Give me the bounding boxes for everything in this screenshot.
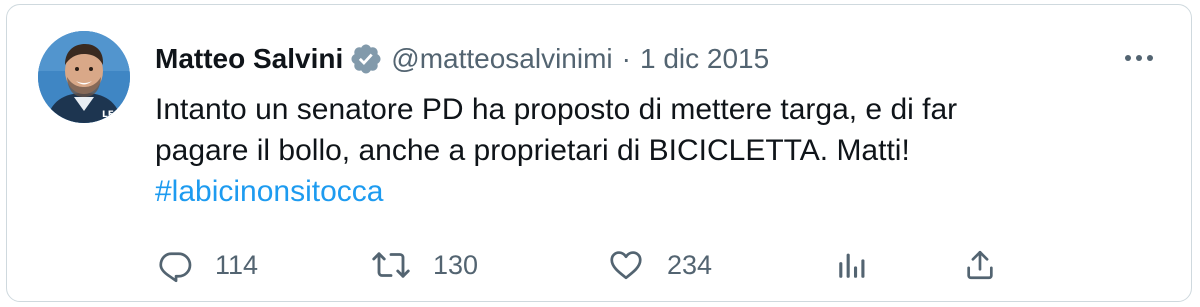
tweet-actions: 114 130 234 — [155, 243, 1155, 287]
share-icon — [963, 247, 997, 283]
hashtag-link[interactable]: #labicinonsitocca — [155, 175, 383, 208]
like-button[interactable]: 234 — [607, 243, 712, 287]
retweet-count: 130 — [433, 249, 479, 280]
tweet-header: Matteo Salvini @matteosalvinimi · 1 dic … — [155, 39, 769, 79]
heart-icon — [607, 247, 645, 283]
share-button[interactable] — [963, 243, 997, 287]
more-icon[interactable] — [1119, 43, 1159, 73]
display-name[interactable]: Matteo Salvini — [155, 39, 343, 79]
tweet-text-line: pagare il bollo, anche a proprietari di … — [155, 134, 910, 167]
like-count: 234 — [667, 249, 713, 280]
views-button[interactable] — [835, 243, 869, 287]
retweet-icon — [371, 247, 411, 283]
separator-dot: · — [621, 43, 631, 74]
user-handle[interactable]: @matteosalvinimi — [391, 39, 612, 79]
retweet-button[interactable]: 130 — [371, 243, 478, 287]
avatar[interactable]: LE — [38, 31, 130, 123]
tweet-text-line: Intanto un senatore PD ha proposto di me… — [155, 93, 958, 126]
svg-text:LE: LE — [102, 110, 114, 120]
tweet-date[interactable]: 1 dic 2015 — [640, 39, 769, 79]
tweet-text: Intanto un senatore PD ha proposto di me… — [155, 89, 1155, 212]
tweet-card[interactable]: LE Matteo Salvini @matteosalvinimi · 1 d… — [6, 4, 1192, 302]
verified-badge-icon — [349, 42, 383, 76]
reply-count: 114 — [215, 249, 259, 280]
avatar-photo: LE — [38, 31, 130, 123]
reply-icon — [157, 247, 193, 283]
views-chart-icon — [835, 247, 869, 283]
reply-button[interactable]: 114 — [157, 243, 258, 287]
